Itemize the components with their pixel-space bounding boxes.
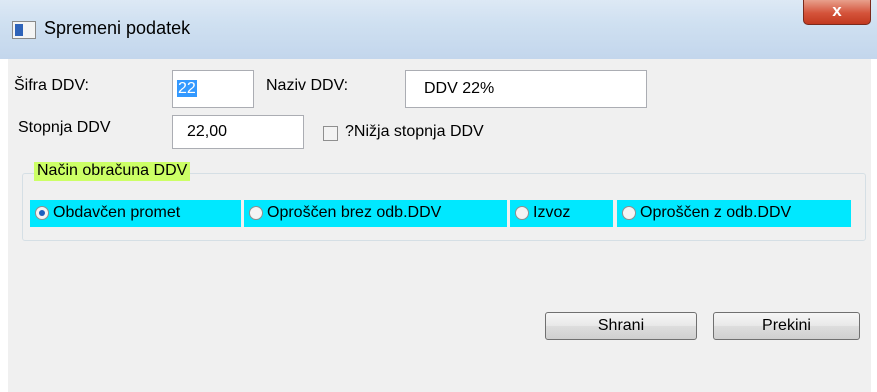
radio-obdavcen-promet[interactable]: Obdavčen promet: [30, 200, 241, 227]
radio-label: Oproščen z odb.DDV: [640, 204, 792, 221]
window-app-icon: [12, 21, 36, 39]
radio-unchecked-icon: [515, 206, 529, 220]
radio-oproscen-z-odb[interactable]: Oproščen z odb.DDV: [617, 200, 851, 227]
save-button[interactable]: Shrani: [545, 312, 697, 340]
sifra-ddv-value: 22: [177, 80, 197, 97]
close-button[interactable]: x: [803, 0, 871, 25]
stopnja-ddv-label: Stopnja DDV: [18, 119, 111, 136]
sifra-ddv-input[interactable]: 22: [172, 70, 254, 108]
sifra-ddv-label: Šifra DDV:: [14, 77, 89, 94]
dialog-body: Šifra DDV: 22 Naziv DDV: DDV 22% Stopnja…: [8, 59, 871, 392]
title-bar: Spremeni podatek x: [0, 0, 877, 59]
naziv-ddv-input[interactable]: DDV 22%: [405, 70, 647, 108]
radio-label: Oproščen brez odb.DDV: [267, 204, 442, 221]
nacin-obracuna-title: Način obračuna DDV: [34, 162, 191, 181]
naziv-ddv-value: DDV 22%: [424, 80, 495, 97]
naziv-ddv-label: Naziv DDV:: [266, 77, 349, 94]
radio-oproscen-brez-odb[interactable]: Oproščen brez odb.DDV: [244, 200, 507, 227]
cancel-button[interactable]: Prekini: [713, 312, 860, 340]
radio-label: Obdavčen promet: [53, 204, 181, 221]
stopnja-ddv-input[interactable]: 22,00: [172, 115, 304, 149]
radio-unchecked-icon: [622, 206, 636, 220]
stopnja-ddv-value: 22,00: [187, 123, 228, 140]
nizja-stopnja-checkbox[interactable]: [323, 126, 338, 141]
radio-label: Izvoz: [533, 204, 571, 221]
radio-checked-icon: [35, 206, 49, 220]
nizja-stopnja-label: ?Nižja stopnja DDV: [345, 123, 484, 140]
window-title: Spremeni podatek: [44, 18, 191, 38]
radio-izvoz[interactable]: Izvoz: [510, 200, 613, 227]
radio-unchecked-icon: [249, 206, 263, 220]
